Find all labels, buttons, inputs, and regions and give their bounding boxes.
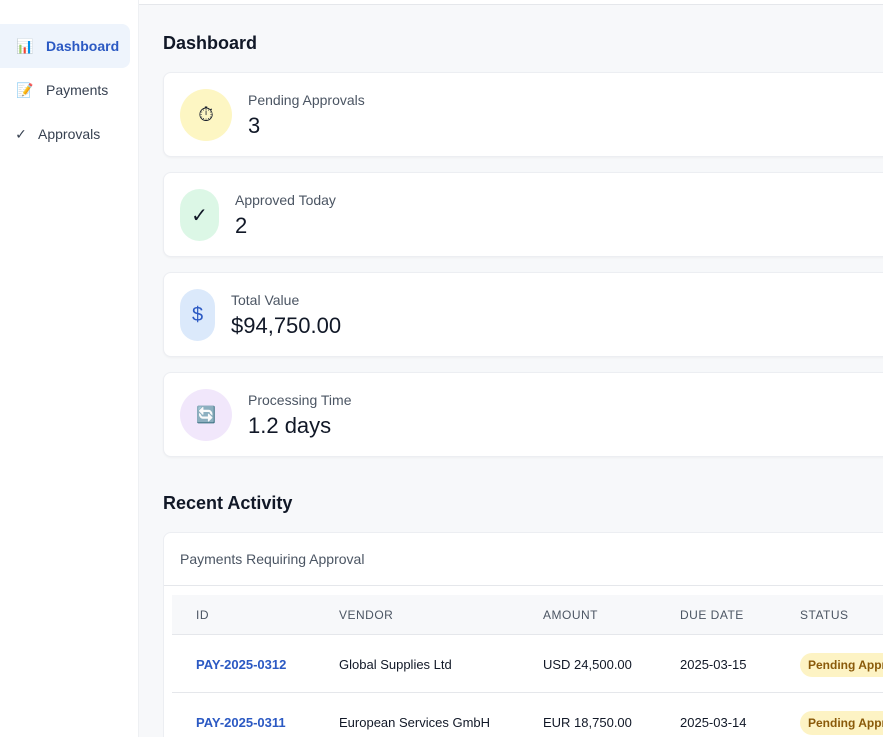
top-bar	[139, 0, 883, 5]
stat-value: 3	[248, 113, 261, 138]
payments-table-card: Payments Requiring Approval ID VENDOR AM…	[163, 532, 883, 737]
stat-card-total-value: $ Total Value $94,750.00	[163, 272, 883, 357]
recent-activity-title: Recent Activity	[163, 493, 293, 513]
bar-chart-icon: 📊	[16, 37, 34, 54]
table-header: ID VENDOR AMOUNT DUE DATE STATUS	[172, 595, 883, 635]
sidebar-item-label: Approvals	[38, 126, 101, 142]
stat-label: Pending Approvals	[248, 92, 365, 108]
checkmark-icon: ✓	[180, 189, 219, 241]
status-badge: Pending Approval	[800, 711, 883, 735]
sidebar-item-dashboard[interactable]: 📊 Dashboard	[0, 24, 130, 68]
stat-label: Approved Today	[235, 192, 336, 208]
table-row[interactable]: PAY-2025-0311 European Services GmbH EUR…	[172, 693, 883, 737]
dollar-icon: $	[180, 289, 215, 341]
stat-card-approved-today: ✓ Approved Today 2	[163, 172, 883, 257]
app-root: 📊 Dashboard 📝 Payments ✓ Approvals Dashb…	[0, 0, 883, 737]
table-row[interactable]: PAY-2025-0312 Global Supplies Ltd USD 24…	[172, 635, 883, 693]
payment-id-link[interactable]: PAY-2025-0312	[196, 657, 286, 672]
vendor-cell: Global Supplies Ltd	[339, 657, 452, 672]
stopwatch-icon: ⏱	[180, 89, 232, 141]
status-badge: Pending Approval	[800, 653, 883, 677]
sidebar-item-label: Payments	[46, 82, 109, 98]
amount-cell: EUR 18,750.00	[543, 715, 632, 730]
divider	[164, 585, 883, 586]
sidebar: 📊 Dashboard 📝 Payments ✓ Approvals	[0, 0, 139, 737]
stat-card-processing-time: 🔄 Processing Time 1.2 days	[163, 372, 883, 457]
column-header-id[interactable]: ID	[196, 608, 209, 622]
sidebar-item-label: Dashboard	[46, 38, 120, 54]
amount-cell: USD 24,500.00	[543, 657, 632, 672]
column-header-amount[interactable]: AMOUNT	[543, 608, 598, 622]
stat-card-pending-approvals: ⏱ Pending Approvals 3	[163, 72, 883, 157]
sidebar-item-payments[interactable]: 📝 Payments	[0, 68, 130, 112]
stat-label: Processing Time	[248, 392, 352, 408]
stat-value: $94,750.00	[231, 313, 342, 338]
memo-icon: 📝	[16, 81, 34, 98]
table-caption: Payments Requiring Approval	[180, 551, 365, 567]
checkmark-icon: ✓	[15, 125, 27, 142]
due-date-cell: 2025-03-14	[680, 715, 747, 730]
payment-id-link[interactable]: PAY-2025-0311	[196, 715, 286, 730]
stat-value: 1.2 days	[248, 413, 332, 438]
stat-value: 2	[235, 213, 248, 238]
page-title: Dashboard	[163, 33, 258, 53]
stat-label: Total Value	[231, 292, 300, 308]
column-header-due-date[interactable]: DUE DATE	[680, 608, 744, 622]
due-date-cell: 2025-03-15	[680, 657, 747, 672]
vendor-cell: European Services GmbH	[339, 715, 491, 730]
refresh-icon: 🔄	[180, 389, 232, 441]
sidebar-item-approvals[interactable]: ✓ Approvals	[0, 112, 130, 156]
column-header-status[interactable]: STATUS	[800, 608, 849, 622]
column-header-vendor[interactable]: VENDOR	[339, 608, 393, 622]
